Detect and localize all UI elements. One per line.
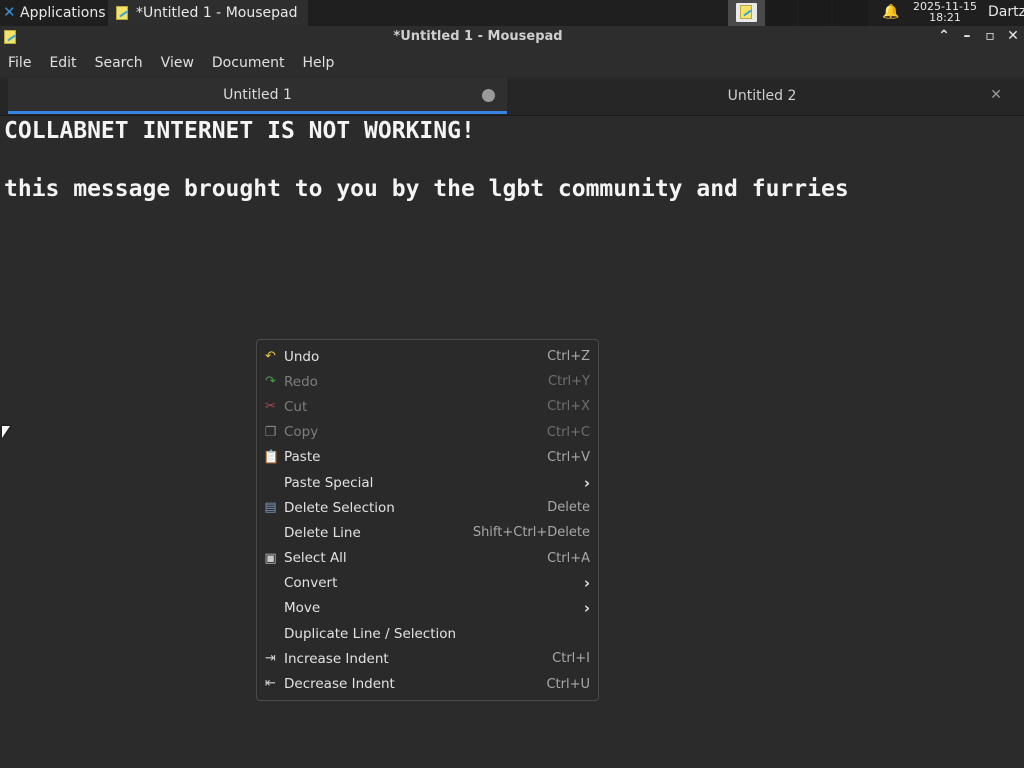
menubar: File Edit Search View Document Help — [0, 50, 1024, 76]
tab-untitled-1[interactable]: Untitled 1 — [8, 78, 507, 114]
menu-item-decrease-indent[interactable]: ⇤ Decrease Indent Ctrl+U — [257, 671, 598, 696]
tab-bar: Untitled 1 Untitled 2 ✕ — [0, 78, 1024, 116]
clock[interactable]: 2025-11-15 18:21 — [906, 1, 984, 23]
tab-untitled-2[interactable]: Untitled 2 ✕ — [508, 78, 1016, 114]
top-panel: Applications ⋮ *Untitled 1 - Mousepad 🔔 … — [0, 0, 1024, 26]
shade-button[interactable]: ⌃ — [935, 28, 953, 44]
menu-item-cut[interactable]: ✂ Cut Ctrl+X — [257, 394, 598, 419]
undo-icon: ↶ — [265, 349, 276, 364]
applications-menu-button[interactable]: Applications — [0, 0, 106, 26]
menu-item-paste-special[interactable]: Paste Special › — [257, 470, 598, 495]
decrease-indent-icon: ⇤ — [265, 676, 276, 692]
workspace-3[interactable] — [799, 0, 831, 26]
select-all-icon: ▣ — [264, 550, 277, 566]
menu-item-convert[interactable]: Convert › — [257, 571, 598, 596]
increase-indent-icon: ⇥ — [265, 651, 276, 667]
paste-icon: 📋 — [263, 449, 280, 465]
editor-line-3: this message brought to you by the lgbt … — [4, 176, 849, 202]
tab-label: Untitled 2 — [727, 88, 797, 104]
menu-item-delete-selection[interactable]: ▤ Delete Selection Delete — [257, 495, 598, 520]
minimize-button[interactable]: – — [958, 28, 976, 44]
xfce-logo-icon — [3, 3, 17, 21]
workspace-window-icon — [740, 5, 752, 19]
close-tab-icon[interactable]: ✕ — [990, 87, 1002, 103]
menu-item-delete-line[interactable]: Delete Line Shift+Ctrl+Delete — [257, 520, 598, 545]
clock-time: 18:21 — [929, 11, 961, 24]
taskbar-window-label: *Untitled 1 - Mousepad — [136, 5, 298, 21]
close-window-button[interactable]: ✕ — [1004, 28, 1022, 44]
workspace-2[interactable] — [767, 0, 797, 26]
menu-item-select-all[interactable]: ▣ Select All Ctrl+A — [257, 546, 598, 571]
user-name[interactable]: Dartz — [988, 4, 1024, 20]
workspace-1[interactable] — [728, 0, 765, 26]
menu-search[interactable]: Search — [86, 55, 152, 71]
submenu-arrow-icon: › — [583, 574, 590, 593]
menu-document[interactable]: Document — [203, 55, 294, 71]
maximize-button[interactable]: ▫ — [981, 28, 999, 44]
tab-label: Untitled 1 — [223, 86, 292, 103]
window-titlebar[interactable]: *Untitled 1 - Mousepad ⌃ – ▫ ✕ — [0, 26, 1024, 50]
menu-edit[interactable]: Edit — [40, 55, 85, 71]
menu-item-paste[interactable]: 📋 Paste Ctrl+V — [257, 445, 598, 470]
copy-icon: ❐ — [264, 424, 277, 440]
menu-item-copy[interactable]: ❐ Copy Ctrl+C — [257, 420, 598, 445]
workspace-4[interactable] — [833, 0, 868, 26]
modified-indicator-icon[interactable] — [482, 89, 495, 102]
menu-item-duplicate-line[interactable]: Duplicate Line / Selection — [257, 621, 598, 646]
taskbar-window-button[interactable]: *Untitled 1 - Mousepad — [108, 0, 308, 26]
menu-item-increase-indent[interactable]: ⇥ Increase Indent Ctrl+I — [257, 646, 598, 671]
menu-view[interactable]: View — [152, 55, 203, 71]
context-menu: ↶ Undo Ctrl+Z ↷ Redo Ctrl+Y ✂ Cut Ctrl+X… — [256, 339, 599, 701]
window-title: *Untitled 1 - Mousepad — [393, 29, 563, 44]
cut-icon: ✂ — [265, 399, 276, 415]
menu-item-redo[interactable]: ↷ Redo Ctrl+Y — [257, 369, 598, 394]
menu-item-undo[interactable]: ↶ Undo Ctrl+Z — [257, 344, 598, 369]
menu-item-move[interactable]: Move › — [257, 596, 598, 621]
redo-icon: ↷ — [265, 374, 276, 390]
delete-icon: ▤ — [264, 500, 277, 516]
notification-bell-icon[interactable]: 🔔 — [882, 4, 899, 20]
applications-label: Applications — [20, 5, 106, 21]
submenu-arrow-icon: › — [583, 599, 590, 618]
menu-help[interactable]: Help — [293, 55, 343, 71]
mouse-pointer-icon — [2, 426, 10, 438]
mousepad-icon — [116, 6, 128, 20]
editor-line-1: COLLABNET INTERNET IS NOT WORKING! — [4, 118, 475, 144]
submenu-arrow-icon: › — [583, 473, 590, 492]
menu-file[interactable]: File — [0, 55, 40, 71]
